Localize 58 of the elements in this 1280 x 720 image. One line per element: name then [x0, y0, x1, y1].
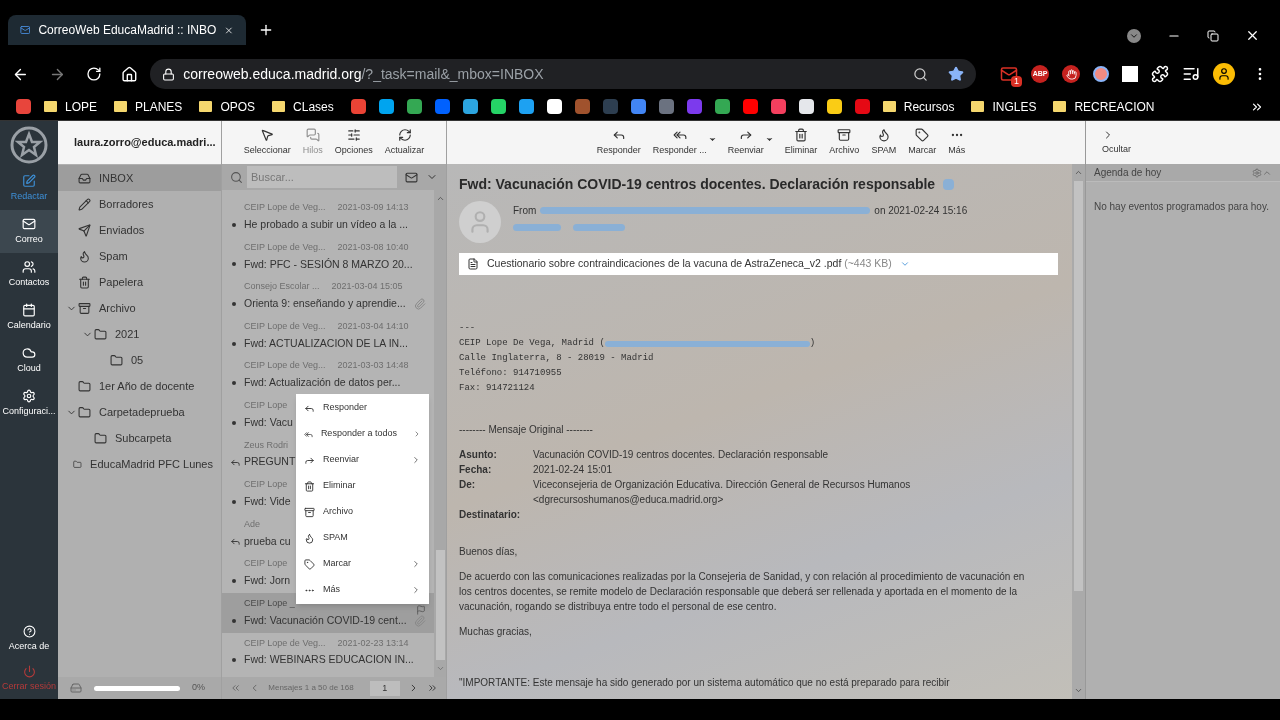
account-name: laura.zorro@educa.madri...	[74, 135, 216, 151]
notice-text: "IMPORTANTE: Este mensaje ha sido generado por un sistema automático que no está preparado para recibir	[459, 676, 951, 690]
body-paragraph: Buenos días,	[459, 545, 519, 559]
message-subject-heading: Fwd: Vacunación COVID-19 centros docentes. Declaración responsable	[459, 175, 936, 194]
message-subject: Fwd: ACTUALIZACION DE LA IN...	[244, 335, 408, 351]
quota-label: 0%	[192, 681, 205, 695]
message-subject: Fwd: Actualización de datos per...	[244, 375, 401, 391]
message-subject: Fwd: Vide	[244, 494, 291, 510]
message-date: 2021-03-04 15:05	[331, 280, 403, 294]
message-sender: Consejo Escolar ...	[244, 280, 320, 294]
message-date: 2021-03-08 10:40	[337, 240, 409, 254]
message-subject: Fwd: Vacunación COVID-19 cent...	[244, 612, 407, 628]
signature-line: CEIP Lope De Vega, Madrid (	[459, 337, 605, 350]
field-value: 2021-02-24 15:01	[533, 463, 613, 477]
message-sender: CEIP Lope de Veg...	[244, 359, 326, 373]
message-sender: CEIP Lope de Veg...	[244, 240, 326, 254]
message-sender: CEIP Lope	[244, 478, 288, 492]
message-subject: Fwd: Jorn	[244, 573, 291, 589]
message-sender: CEIP Lope de Veg...	[244, 201, 326, 215]
field-label: Fecha:	[459, 463, 493, 477]
message-subject: PREGUNT	[244, 454, 296, 470]
field-label: De:	[459, 478, 477, 492]
tab-title: CorreoWeb EducaMadrid :: INBO	[38, 22, 217, 39]
message-sender: CEIP Lope	[244, 399, 288, 412]
agenda-title: Agenda de hoy	[1094, 166, 1163, 180]
message-date: on 2021-02-24 15:16	[874, 204, 968, 218]
message-subject: Fwd: WEBINARS EDUCACION IN...	[244, 652, 414, 668]
message-date: 2021-02-23 13:14	[337, 636, 409, 650]
body-paragraph: De acuerdo con las comunicaciones realizadas por la Consejeria de Sanidad, y con relación al procedimiento de vacunación en los centros docentes, se remite modelo de Declaración responsable que deberá ser rellenada y aportada en el momento de la vacunación, rogando se distribuya entre todo el personal de ese centro.	[459, 570, 1026, 614]
signature-line: Fax: 914721124	[459, 382, 536, 395]
message-sender: CEIP Lope _	[244, 597, 295, 610]
message-subject: Orienta 9: enseñando y aprendie...	[244, 296, 406, 312]
message-subject: Fwd: Vacu	[244, 414, 293, 430]
body-paragraph: Muchas gracias,	[459, 625, 533, 639]
signature-line: Calle Inglaterra, 8 - 28019 - Madrid	[459, 352, 655, 365]
from-label: From	[513, 204, 537, 218]
message-subject: prueba cu	[244, 533, 291, 549]
message-sender: CEIP Lope de Veg...	[244, 636, 326, 650]
field-label: Asunto:	[459, 448, 498, 462]
field-value: Viceconsejeria de Organización Educativa. Dirección General de Recursos Humanos <dgrecursoshumanos@educa.madrid.org>	[533, 478, 912, 507]
url-text: correoweb.educa.madrid.org/?_task=mail&_mbox=INBOX	[183, 64, 544, 84]
message-sender: Zeus Rodri	[244, 438, 288, 452]
message-subject: He probado a subir un vídeo a la ...	[244, 216, 409, 232]
signature-line: ---	[459, 322, 477, 335]
message-date: 2021-03-09 14:13	[337, 201, 409, 215]
message-sender: CEIP Lope	[244, 557, 288, 571]
message-date: 2021-03-04 14:10	[337, 319, 409, 333]
message-subject: Fwd: PFC - SESIÓN 8 MARZO 20...	[244, 256, 413, 272]
message-date: 2021-03-03 14:48	[337, 359, 409, 373]
extension-badge: 1	[1011, 76, 1022, 87]
signature-text: )	[809, 337, 816, 350]
signature-line: Teléfono: 914710955	[459, 367, 563, 380]
field-label: Destinatario:	[459, 508, 522, 522]
original-message-header: -------- Mensaje Original --------	[459, 423, 594, 437]
message-sender: Ade	[244, 517, 260, 531]
field-value: Vacunación COVID-19 centros docentes. Declaración responsable	[533, 448, 829, 462]
agenda-empty-text: No hay eventos programados para hoy.	[1094, 201, 1269, 212]
message-sender: CEIP Lope de Veg...	[244, 319, 326, 333]
